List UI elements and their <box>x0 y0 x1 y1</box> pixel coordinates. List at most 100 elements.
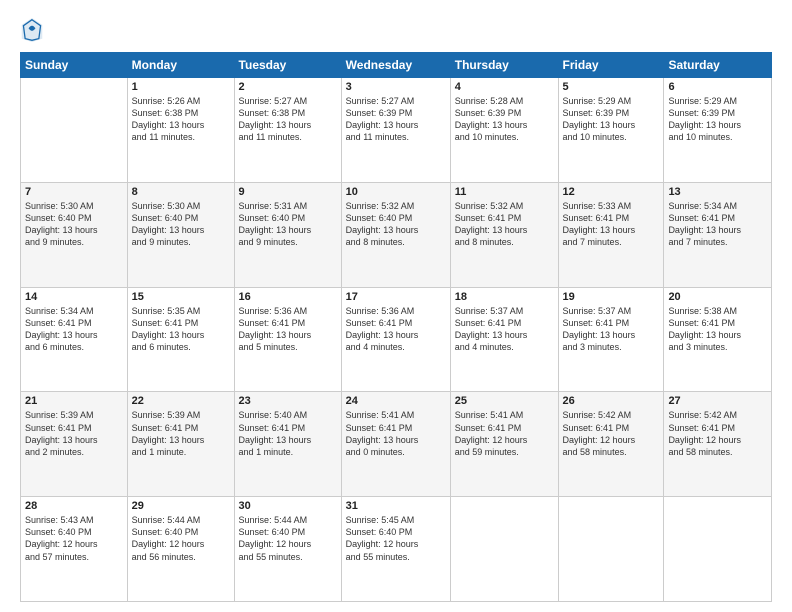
day-number: 24 <box>346 395 446 407</box>
day-cell: 20 Sunrise: 5:38 AM Sunset: 6:41 PM Dayli… <box>664 287 772 392</box>
day-cell: 14 Sunrise: 5:34 AM Sunset: 6:41 PM Dayli… <box>21 287 128 392</box>
day-number: 7 <box>25 186 123 198</box>
day-info: Sunrise: 5:39 AM Sunset: 6:41 PM Dayligh… <box>132 409 230 458</box>
week-row-1: 7 Sunrise: 5:30 AM Sunset: 6:40 PM Daylig… <box>21 182 772 287</box>
day-info: Sunrise: 5:33 AM Sunset: 6:41 PM Dayligh… <box>563 200 660 249</box>
day-number: 11 <box>455 186 554 198</box>
day-cell: 30 Sunrise: 5:44 AM Sunset: 6:40 PM Dayli… <box>234 497 341 602</box>
day-cell: 27 Sunrise: 5:42 AM Sunset: 6:41 PM Dayli… <box>664 392 772 497</box>
page: SundayMondayTuesdayWednesdayThursdayFrid… <box>0 0 792 612</box>
week-row-2: 14 Sunrise: 5:34 AM Sunset: 6:41 PM Dayli… <box>21 287 772 392</box>
day-number: 10 <box>346 186 446 198</box>
day-cell: 3 Sunrise: 5:27 AM Sunset: 6:39 PM Daylig… <box>341 78 450 183</box>
calendar-table: SundayMondayTuesdayWednesdayThursdayFrid… <box>20 52 772 602</box>
week-row-4: 28 Sunrise: 5:43 AM Sunset: 6:40 PM Dayli… <box>21 497 772 602</box>
day-info: Sunrise: 5:37 AM Sunset: 6:41 PM Dayligh… <box>455 305 554 354</box>
week-row-3: 21 Sunrise: 5:39 AM Sunset: 6:41 PM Dayli… <box>21 392 772 497</box>
day-cell: 8Sunrise: 5:30 AM Sunset: 6:40 PM Daylig… <box>127 182 234 287</box>
day-info: Sunrise: 5:34 AM Sunset: 6:41 PM Dayligh… <box>668 200 767 249</box>
day-info: Sunrise: 5:36 AM Sunset: 6:41 PM Dayligh… <box>346 305 446 354</box>
day-info: Sunrise: 5:44 AM Sunset: 6:40 PM Dayligh… <box>132 514 230 563</box>
logo-icon <box>20 16 44 44</box>
day-number: 4 <box>455 81 554 93</box>
day-info: Sunrise: 5:27 AM Sunset: 6:39 PM Dayligh… <box>346 95 446 144</box>
day-cell: 25 Sunrise: 5:41 AM Sunset: 6:41 PM Dayli… <box>450 392 558 497</box>
day-number: 17 <box>346 291 446 303</box>
day-cell: 19 Sunrise: 5:37 AM Sunset: 6:41 PM Dayli… <box>558 287 664 392</box>
day-number: 5 <box>563 81 660 93</box>
day-number: 14 <box>25 291 123 303</box>
day-cell: 4 Sunrise: 5:28 AM Sunset: 6:39 PM Daylig… <box>450 78 558 183</box>
day-cell: 11 Sunrise: 5:32 AM Sunset: 6:41 PM Dayli… <box>450 182 558 287</box>
day-cell: 23 Sunrise: 5:40 AM Sunset: 6:41 PM Dayli… <box>234 392 341 497</box>
day-info: Sunrise: 5:41 AM Sunset: 6:41 PM Dayligh… <box>455 409 554 458</box>
day-cell <box>558 497 664 602</box>
day-number: 31 <box>346 500 446 512</box>
day-number: 27 <box>668 395 767 407</box>
day-info: Sunrise: 5:39 AM Sunset: 6:41 PM Dayligh… <box>25 409 123 458</box>
day-number: 13 <box>668 186 767 198</box>
day-info: Sunrise: 5:28 AM Sunset: 6:39 PM Dayligh… <box>455 95 554 144</box>
week-row-0: 1Sunrise: 5:26 AM Sunset: 6:38 PM Daylig… <box>21 78 772 183</box>
day-cell: 7 Sunrise: 5:30 AM Sunset: 6:40 PM Daylig… <box>21 182 128 287</box>
day-info: Sunrise: 5:29 AM Sunset: 6:39 PM Dayligh… <box>668 95 767 144</box>
column-header-sunday: Sunday <box>21 53 128 78</box>
day-number: 1 <box>132 81 230 93</box>
day-number: 29 <box>132 500 230 512</box>
day-info: Sunrise: 5:45 AM Sunset: 6:40 PM Dayligh… <box>346 514 446 563</box>
day-info: Sunrise: 5:41 AM Sunset: 6:41 PM Dayligh… <box>346 409 446 458</box>
day-info: Sunrise: 5:34 AM Sunset: 6:41 PM Dayligh… <box>25 305 123 354</box>
day-info: Sunrise: 5:37 AM Sunset: 6:41 PM Dayligh… <box>563 305 660 354</box>
day-number: 22 <box>132 395 230 407</box>
day-info: Sunrise: 5:30 AM Sunset: 6:40 PM Dayligh… <box>25 200 123 249</box>
day-cell: 17 Sunrise: 5:36 AM Sunset: 6:41 PM Dayli… <box>341 287 450 392</box>
day-cell: 18 Sunrise: 5:37 AM Sunset: 6:41 PM Dayli… <box>450 287 558 392</box>
day-info: Sunrise: 5:32 AM Sunset: 6:41 PM Dayligh… <box>455 200 554 249</box>
column-header-wednesday: Wednesday <box>341 53 450 78</box>
column-header-thursday: Thursday <box>450 53 558 78</box>
day-cell: 6 Sunrise: 5:29 AM Sunset: 6:39 PM Daylig… <box>664 78 772 183</box>
day-cell: 29 Sunrise: 5:44 AM Sunset: 6:40 PM Dayli… <box>127 497 234 602</box>
day-number: 19 <box>563 291 660 303</box>
column-header-tuesday: Tuesday <box>234 53 341 78</box>
day-cell <box>450 497 558 602</box>
day-info: Sunrise: 5:36 AM Sunset: 6:41 PM Dayligh… <box>239 305 337 354</box>
day-cell: 12Sunrise: 5:33 AM Sunset: 6:41 PM Dayli… <box>558 182 664 287</box>
day-cell: 1Sunrise: 5:26 AM Sunset: 6:38 PM Daylig… <box>127 78 234 183</box>
day-number: 2 <box>239 81 337 93</box>
header <box>20 16 772 44</box>
day-cell: 5 Sunrise: 5:29 AM Sunset: 6:39 PM Daylig… <box>558 78 664 183</box>
day-cell: 22 Sunrise: 5:39 AM Sunset: 6:41 PM Dayli… <box>127 392 234 497</box>
day-cell <box>664 497 772 602</box>
day-cell: 15 Sunrise: 5:35 AM Sunset: 6:41 PM Dayli… <box>127 287 234 392</box>
day-info: Sunrise: 5:29 AM Sunset: 6:39 PM Dayligh… <box>563 95 660 144</box>
day-number: 15 <box>132 291 230 303</box>
day-cell: 9Sunrise: 5:31 AM Sunset: 6:40 PM Daylig… <box>234 182 341 287</box>
column-header-saturday: Saturday <box>664 53 772 78</box>
day-number: 20 <box>668 291 767 303</box>
day-number: 21 <box>25 395 123 407</box>
day-number: 23 <box>239 395 337 407</box>
column-header-friday: Friday <box>558 53 664 78</box>
day-info: Sunrise: 5:42 AM Sunset: 6:41 PM Dayligh… <box>563 409 660 458</box>
day-info: Sunrise: 5:43 AM Sunset: 6:40 PM Dayligh… <box>25 514 123 563</box>
day-number: 6 <box>668 81 767 93</box>
day-info: Sunrise: 5:40 AM Sunset: 6:41 PM Dayligh… <box>239 409 337 458</box>
day-info: Sunrise: 5:27 AM Sunset: 6:38 PM Dayligh… <box>239 95 337 144</box>
day-cell <box>21 78 128 183</box>
day-number: 18 <box>455 291 554 303</box>
day-cell: 28 Sunrise: 5:43 AM Sunset: 6:40 PM Dayli… <box>21 497 128 602</box>
day-info: Sunrise: 5:38 AM Sunset: 6:41 PM Dayligh… <box>668 305 767 354</box>
day-number: 16 <box>239 291 337 303</box>
day-number: 8 <box>132 186 230 198</box>
day-number: 25 <box>455 395 554 407</box>
day-info: Sunrise: 5:42 AM Sunset: 6:41 PM Dayligh… <box>668 409 767 458</box>
day-number: 28 <box>25 500 123 512</box>
day-cell: 21 Sunrise: 5:39 AM Sunset: 6:41 PM Dayli… <box>21 392 128 497</box>
day-info: Sunrise: 5:44 AM Sunset: 6:40 PM Dayligh… <box>239 514 337 563</box>
day-number: 30 <box>239 500 337 512</box>
day-number: 3 <box>346 81 446 93</box>
day-info: Sunrise: 5:35 AM Sunset: 6:41 PM Dayligh… <box>132 305 230 354</box>
logo <box>20 16 46 44</box>
day-number: 9 <box>239 186 337 198</box>
